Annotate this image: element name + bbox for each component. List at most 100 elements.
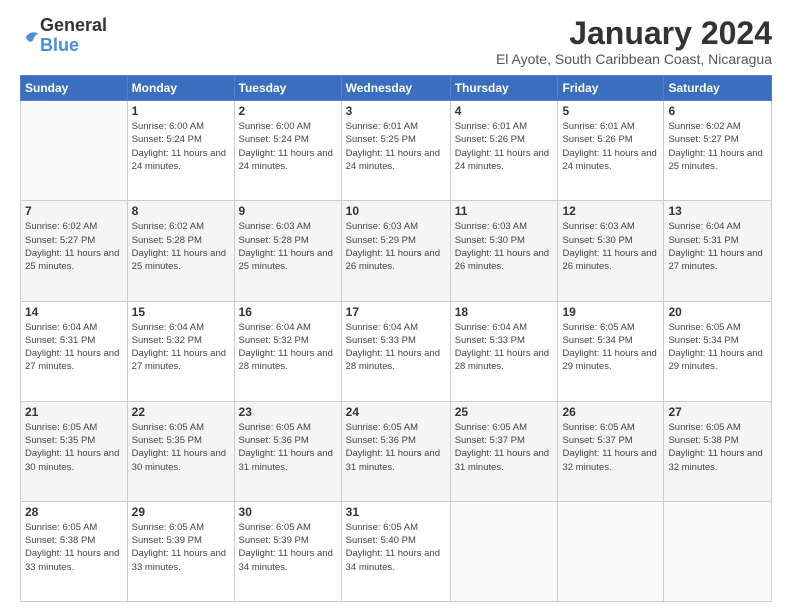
day-number: 9 [239, 204, 337, 218]
calendar-cell: 18Sunrise: 6:04 AMSunset: 5:33 PMDayligh… [450, 301, 558, 401]
day-number: 20 [668, 305, 767, 319]
day-number: 24 [346, 405, 446, 419]
day-number: 10 [346, 204, 446, 218]
calendar-cell: 4 Sunrise: 6:01 AMSunset: 5:26 PMDaylight… [450, 101, 558, 201]
calendar-cell: 14Sunrise: 6:04 AMSunset: 5:31 PMDayligh… [21, 301, 128, 401]
calendar-cell: 31 Sunrise: 6:05 AMSunset: 5:40 PMDayligh… [341, 501, 450, 601]
calendar-cell: 6Sunrise: 6:02 AMSunset: 5:27 PMDaylight… [664, 101, 772, 201]
calendar-cell: 26 Sunrise: 6:05 AMSunset: 5:37 PMDayligh… [558, 401, 664, 501]
day-info: Sunrise: 6:05 AMSunset: 5:36 PMDaylight:… [346, 421, 446, 474]
calendar-body: 1 Sunrise: 6:00 AMSunset: 5:24 PMDaylight… [21, 101, 772, 602]
day-number: 23 [239, 405, 337, 419]
day-number: 12 [562, 204, 659, 218]
day-info: Sunrise: 6:05 AMSunset: 5:34 PMDaylight:… [668, 321, 767, 374]
day-number: 4 [455, 104, 554, 118]
calendar-cell: 1 Sunrise: 6:00 AMSunset: 5:24 PMDaylight… [127, 101, 234, 201]
day-number: 31 [346, 505, 446, 519]
weekday-header-thursday: Thursday [450, 76, 558, 101]
day-number: 21 [25, 405, 123, 419]
day-info: Sunrise: 6:02 AMSunset: 5:28 PMDaylight:… [132, 220, 230, 273]
page: General Blue January 2024 El Ayote, Sout… [0, 0, 792, 612]
day-info: Sunrise: 6:00 AMSunset: 5:24 PMDaylight:… [239, 120, 337, 173]
calendar-cell [664, 501, 772, 601]
calendar-week-3: 14Sunrise: 6:04 AMSunset: 5:31 PMDayligh… [21, 301, 772, 401]
day-number: 2 [239, 104, 337, 118]
logo-general-text: General [40, 16, 107, 36]
day-info: Sunrise: 6:00 AMSunset: 5:24 PMDaylight:… [132, 120, 230, 173]
calendar-header: SundayMondayTuesdayWednesdayThursdayFrid… [21, 76, 772, 101]
day-number: 16 [239, 305, 337, 319]
day-info: Sunrise: 6:05 AMSunset: 5:37 PMDaylight:… [455, 421, 554, 474]
day-number: 27 [668, 405, 767, 419]
weekday-header-row: SundayMondayTuesdayWednesdayThursdayFrid… [21, 76, 772, 101]
calendar-cell [450, 501, 558, 601]
location: El Ayote, South Caribbean Coast, Nicarag… [496, 51, 772, 67]
weekday-header-sunday: Sunday [21, 76, 128, 101]
day-number: 8 [132, 204, 230, 218]
day-info: Sunrise: 6:03 AMSunset: 5:29 PMDaylight:… [346, 220, 446, 273]
calendar-week-5: 28 Sunrise: 6:05 AMSunset: 5:38 PMDayligh… [21, 501, 772, 601]
calendar-week-2: 7 Sunrise: 6:02 AMSunset: 5:27 PMDaylight… [21, 201, 772, 301]
calendar-cell: 12 Sunrise: 6:03 AMSunset: 5:30 PMDayligh… [558, 201, 664, 301]
day-info: Sunrise: 6:05 AMSunset: 5:40 PMDaylight:… [346, 521, 446, 574]
calendar-cell: 13 Sunrise: 6:04 AMSunset: 5:31 PMDayligh… [664, 201, 772, 301]
weekday-header-saturday: Saturday [664, 76, 772, 101]
day-info: Sunrise: 6:05 AMSunset: 5:35 PMDaylight:… [132, 421, 230, 474]
day-number: 28 [25, 505, 123, 519]
day-number: 26 [562, 405, 659, 419]
day-info: Sunrise: 6:05 AMSunset: 5:38 PMDaylight:… [668, 421, 767, 474]
day-number: 25 [455, 405, 554, 419]
day-info: Sunrise: 6:01 AMSunset: 5:26 PMDaylight:… [455, 120, 554, 173]
calendar-cell: 10 Sunrise: 6:03 AMSunset: 5:29 PMDayligh… [341, 201, 450, 301]
calendar-cell: 27 Sunrise: 6:05 AMSunset: 5:38 PMDayligh… [664, 401, 772, 501]
logo-text: General Blue [40, 16, 107, 56]
day-info: Sunrise: 6:04 AMSunset: 5:31 PMDaylight:… [668, 220, 767, 273]
weekday-header-tuesday: Tuesday [234, 76, 341, 101]
day-number: 30 [239, 505, 337, 519]
calendar-cell: 7 Sunrise: 6:02 AMSunset: 5:27 PMDaylight… [21, 201, 128, 301]
day-info: Sunrise: 6:05 AMSunset: 5:37 PMDaylight:… [562, 421, 659, 474]
calendar-cell: 25 Sunrise: 6:05 AMSunset: 5:37 PMDayligh… [450, 401, 558, 501]
day-info: Sunrise: 6:05 AMSunset: 5:34 PMDaylight:… [562, 321, 659, 374]
day-info: Sunrise: 6:05 AMSunset: 5:39 PMDaylight:… [239, 521, 337, 574]
title-block: January 2024 El Ayote, South Caribbean C… [496, 16, 772, 67]
calendar-cell: 15 Sunrise: 6:04 AMSunset: 5:32 PMDayligh… [127, 301, 234, 401]
calendar-week-4: 21 Sunrise: 6:05 AMSunset: 5:35 PMDayligh… [21, 401, 772, 501]
calendar-table: SundayMondayTuesdayWednesdayThursdayFrid… [20, 75, 772, 602]
day-number: 11 [455, 204, 554, 218]
day-info: Sunrise: 6:04 AMSunset: 5:32 PMDaylight:… [132, 321, 230, 374]
weekday-header-friday: Friday [558, 76, 664, 101]
calendar-cell: 28 Sunrise: 6:05 AMSunset: 5:38 PMDayligh… [21, 501, 128, 601]
day-number: 7 [25, 204, 123, 218]
day-info: Sunrise: 6:05 AMSunset: 5:38 PMDaylight:… [25, 521, 123, 574]
header: General Blue January 2024 El Ayote, Sout… [20, 16, 772, 67]
day-info: Sunrise: 6:03 AMSunset: 5:30 PMDaylight:… [562, 220, 659, 273]
day-info: Sunrise: 6:04 AMSunset: 5:32 PMDaylight:… [239, 321, 337, 374]
day-number: 15 [132, 305, 230, 319]
day-number: 13 [668, 204, 767, 218]
calendar-cell: 29Sunrise: 6:05 AMSunset: 5:39 PMDayligh… [127, 501, 234, 601]
logo-icon [22, 28, 40, 46]
day-info: Sunrise: 6:02 AMSunset: 5:27 PMDaylight:… [25, 220, 123, 273]
day-info: Sunrise: 6:05 AMSunset: 5:36 PMDaylight:… [239, 421, 337, 474]
day-number: 18 [455, 305, 554, 319]
calendar-cell: 9Sunrise: 6:03 AMSunset: 5:28 PMDaylight… [234, 201, 341, 301]
day-info: Sunrise: 6:01 AMSunset: 5:26 PMDaylight:… [562, 120, 659, 173]
calendar-cell [21, 101, 128, 201]
day-number: 14 [25, 305, 123, 319]
calendar-cell: 16 Sunrise: 6:04 AMSunset: 5:32 PMDayligh… [234, 301, 341, 401]
day-number: 19 [562, 305, 659, 319]
weekday-header-monday: Monday [127, 76, 234, 101]
calendar-cell: 17Sunrise: 6:04 AMSunset: 5:33 PMDayligh… [341, 301, 450, 401]
day-number: 3 [346, 104, 446, 118]
day-number: 1 [132, 104, 230, 118]
calendar-cell: 23 Sunrise: 6:05 AMSunset: 5:36 PMDayligh… [234, 401, 341, 501]
calendar-cell: 19 Sunrise: 6:05 AMSunset: 5:34 PMDayligh… [558, 301, 664, 401]
day-info: Sunrise: 6:01 AMSunset: 5:25 PMDaylight:… [346, 120, 446, 173]
calendar-cell: 30 Sunrise: 6:05 AMSunset: 5:39 PMDayligh… [234, 501, 341, 601]
calendar-cell: 21Sunrise: 6:05 AMSunset: 5:35 PMDayligh… [21, 401, 128, 501]
calendar-cell: 11Sunrise: 6:03 AMSunset: 5:30 PMDayligh… [450, 201, 558, 301]
day-info: Sunrise: 6:02 AMSunset: 5:27 PMDaylight:… [668, 120, 767, 173]
logo-blue-text: Blue [40, 36, 107, 56]
day-info: Sunrise: 6:04 AMSunset: 5:33 PMDaylight:… [346, 321, 446, 374]
